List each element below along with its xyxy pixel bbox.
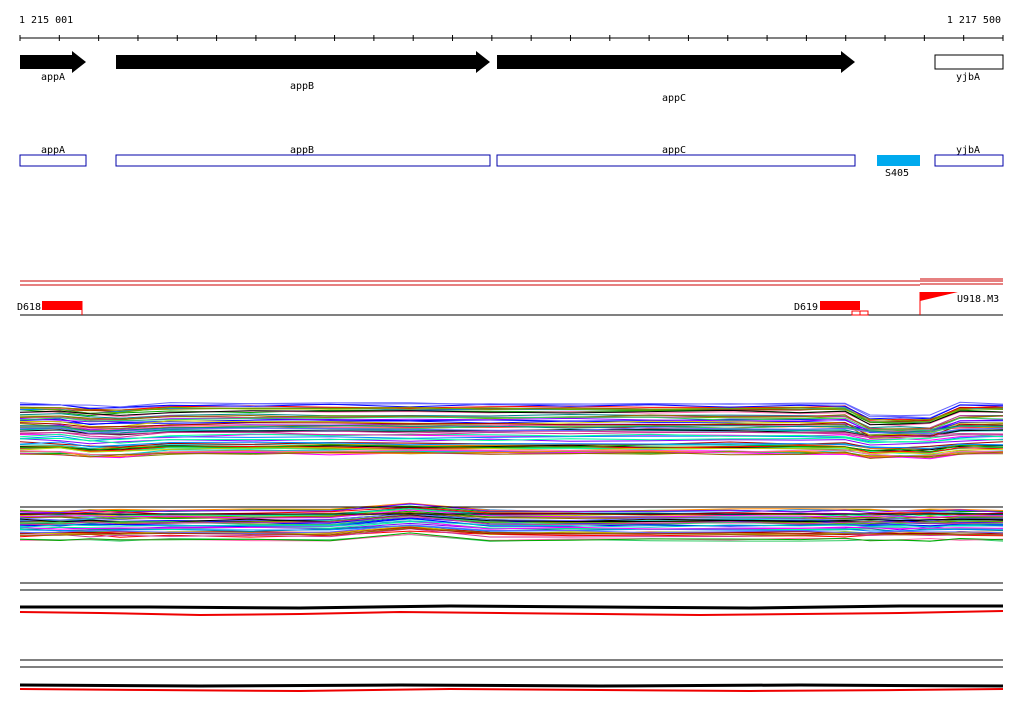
flag-icon[interactable] bbox=[920, 292, 958, 301]
gene-arrow[interactable] bbox=[934, 54, 1004, 70]
feature-S405[interactable]: S405 bbox=[877, 155, 920, 179]
feature-label: D618 bbox=[17, 302, 41, 313]
black-profile-line bbox=[20, 604, 1003, 610]
gene-box-label: appA bbox=[41, 145, 65, 156]
feature-box[interactable] bbox=[42, 301, 82, 310]
gene-arrow[interactable] bbox=[497, 51, 855, 73]
gene-arrow[interactable] bbox=[116, 51, 490, 73]
profile-track-4 bbox=[19, 659, 1004, 693]
gene-label: yjbA bbox=[956, 72, 980, 83]
red-profile-line bbox=[19, 687, 1004, 693]
gene-box[interactable] bbox=[19, 154, 87, 167]
feature-small-box bbox=[859, 310, 869, 316]
gene-box-label: appC bbox=[662, 145, 686, 156]
gene-box-appB[interactable]: appB bbox=[115, 145, 491, 167]
feature-D618[interactable]: D618 bbox=[17, 301, 83, 315]
gene-label: appB bbox=[290, 81, 314, 92]
gene-box[interactable] bbox=[115, 154, 491, 167]
gene-box-label: yjbA bbox=[956, 145, 980, 156]
gene-box[interactable] bbox=[496, 154, 856, 167]
black-profile-line bbox=[19, 683, 1004, 688]
red-profile-line bbox=[19, 610, 1004, 617]
coordinate-ruler: 1 215 001 1 217 500 bbox=[19, 15, 1004, 41]
profile-track-1 bbox=[19, 401, 1004, 460]
gene-label: appA bbox=[41, 72, 65, 83]
gene-arrow[interactable] bbox=[20, 51, 86, 73]
gene-box-label: appB bbox=[290, 145, 314, 156]
ruler-end-label: 1 217 500 bbox=[947, 15, 1001, 26]
feature-D619[interactable]: D619 bbox=[794, 301, 869, 316]
gene-appA[interactable]: appA bbox=[20, 51, 86, 83]
gene-appB[interactable]: appB bbox=[116, 51, 490, 92]
feature-label: S405 bbox=[885, 168, 909, 179]
gene-appC[interactable]: appC bbox=[497, 51, 855, 104]
gene-label: appC bbox=[662, 93, 686, 104]
feature-label: U918.M3 bbox=[957, 294, 999, 305]
profile-track-2 bbox=[19, 502, 1004, 542]
gene-box-appC[interactable]: appC bbox=[496, 145, 856, 167]
genome-browser-view: 1 215 001 1 217 500 appA appB appC yjbA … bbox=[17, 15, 1004, 693]
gene-box-track: appA appB appC yjbA S405 bbox=[19, 145, 1004, 179]
feature-box[interactable] bbox=[877, 155, 920, 166]
red-feature-track: D618 D619 U918.M3 bbox=[17, 278, 1003, 316]
feature-small-box bbox=[851, 310, 861, 316]
ruler-start-label: 1 215 001 bbox=[19, 15, 73, 26]
gene-yjbA[interactable]: yjbA bbox=[934, 54, 1004, 83]
gene-box-yjbA[interactable]: yjbA bbox=[934, 145, 1004, 167]
feature-box[interactable] bbox=[820, 301, 860, 310]
gene-box-appA[interactable]: appA bbox=[19, 145, 87, 167]
gene-track: appA appB appC yjbA bbox=[20, 51, 1004, 104]
gene-box[interactable] bbox=[934, 154, 1004, 167]
feature-U918M3[interactable]: U918.M3 bbox=[919, 292, 999, 315]
feature-label: D619 bbox=[794, 302, 818, 313]
